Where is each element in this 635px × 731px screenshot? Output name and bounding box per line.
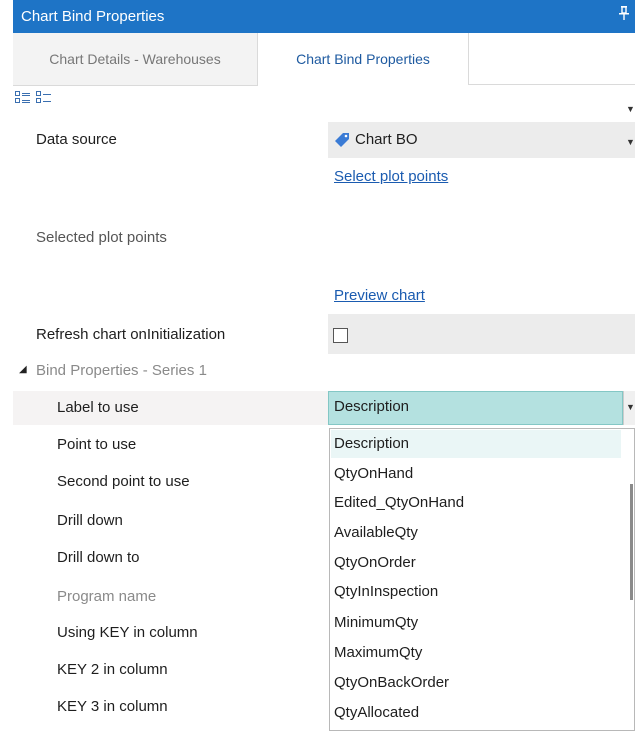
refresh-chart-label: Refresh chart onInitialization	[36, 326, 226, 343]
option-item[interactable]: Description	[334, 435, 409, 452]
tab-chart-details-warehouses[interactable]: Chart Details - Warehouses	[13, 33, 258, 86]
key-2-in-column-label: KEY 2 in column	[57, 661, 168, 678]
data-source-field[interactable]: Chart BO	[328, 122, 635, 158]
categorized-view-icon[interactable]	[15, 91, 31, 107]
alphabetical-view-icon[interactable]	[36, 91, 52, 107]
preview-chart-link[interactable]: Preview chart	[334, 287, 425, 304]
pin-icon[interactable]	[619, 6, 629, 23]
drill-down-label: Drill down	[57, 512, 123, 529]
selected-plot-points-label: Selected plot points	[36, 229, 167, 246]
option-item[interactable]: QtyAllocated	[334, 704, 419, 721]
refresh-chart-field	[328, 314, 635, 354]
select-plot-points-link[interactable]: Select plot points	[334, 168, 448, 185]
refresh-chart-checkbox[interactable]	[333, 328, 348, 343]
tag-icon	[334, 132, 350, 152]
group-header-series-1[interactable]: Bind Properties - Series 1	[36, 362, 207, 379]
drill-down-to-label: Drill down to	[57, 549, 140, 566]
label-to-use-options-list[interactable]: Description QtyOnHand Edited_QtyOnHand A…	[329, 428, 635, 731]
tab-chart-bind-properties[interactable]: Chart Bind Properties	[258, 33, 469, 85]
option-item[interactable]: MaximumQty	[334, 644, 422, 661]
tab-strip-filler	[469, 33, 635, 85]
option-item[interactable]: AvailableQty	[334, 524, 418, 541]
option-item[interactable]: QtyOnHand	[334, 465, 413, 482]
tab-bar: Chart Details - Warehouses Chart Bind Pr…	[13, 33, 635, 86]
label-to-use-value: Description	[334, 398, 410, 415]
data-source-value: Chart BO	[355, 131, 418, 148]
option-item[interactable]: MinimumQty	[334, 614, 418, 631]
data-source-label: Data source	[36, 131, 117, 148]
panel-title-bar: Chart Bind Properties	[13, 0, 635, 33]
options-scrollbar-thumb[interactable]	[630, 484, 633, 600]
option-item[interactable]: Edited_QtyOnHand	[334, 494, 464, 511]
label-to-use-label: Label to use	[57, 399, 139, 416]
label-to-use-dropdown-button[interactable]: ▼	[623, 391, 635, 425]
key-3-in-column-label: KEY 3 in column	[57, 698, 168, 715]
option-item[interactable]: QtyOnBackOrder	[334, 674, 449, 691]
second-point-to-use-label: Second point to use	[57, 473, 190, 490]
toolbar-overflow-icon[interactable]: ▼	[626, 104, 635, 114]
program-name-label: Program name	[57, 588, 157, 605]
using-key-in-column-label: Using KEY in column	[57, 624, 198, 641]
point-to-use-label: Point to use	[57, 436, 137, 453]
option-item[interactable]: QtyInInspection	[334, 583, 438, 600]
collapse-triangle-icon[interactable]: ◢	[19, 364, 27, 375]
panel-title: Chart Bind Properties	[21, 8, 165, 25]
data-source-dropdown-icon[interactable]: ▼	[626, 137, 635, 147]
label-to-use-select[interactable]: Description	[328, 391, 623, 425]
option-item[interactable]: QtyOnOrder	[334, 554, 416, 571]
chevron-down-icon: ▼	[626, 402, 635, 412]
